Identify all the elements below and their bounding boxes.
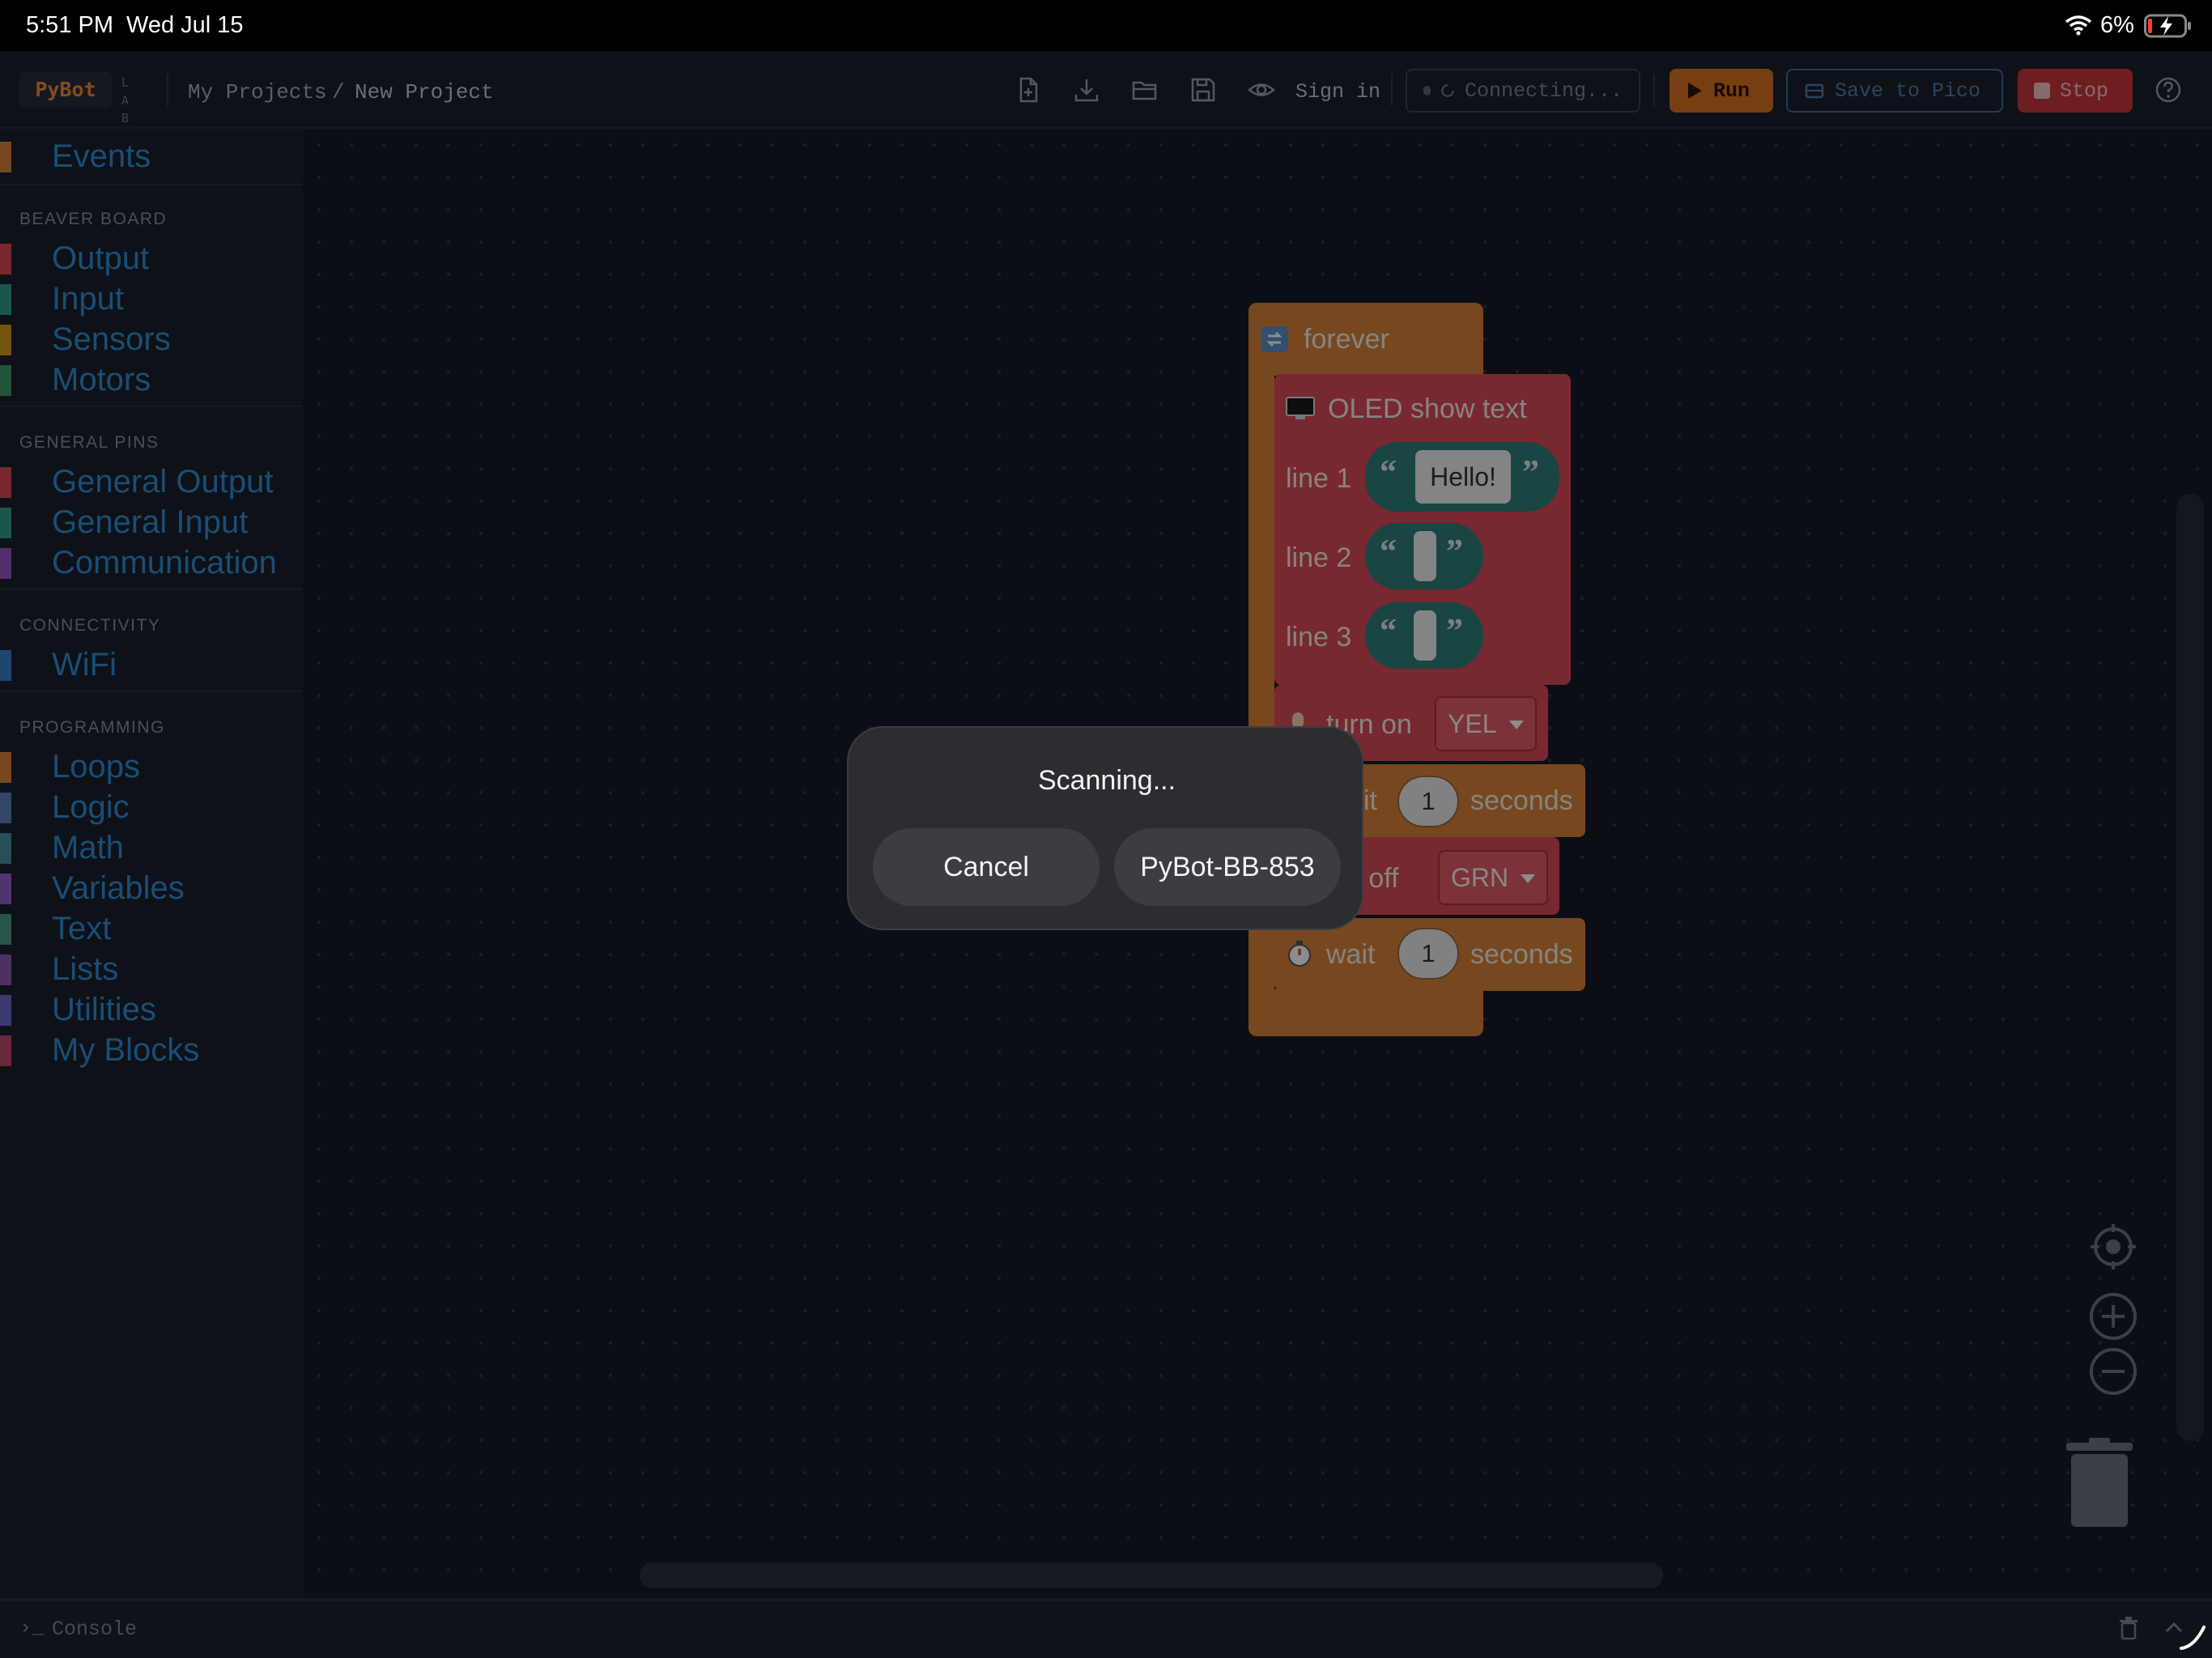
pencil-icon — [2180, 1626, 2206, 1650]
status-time: 5:51 PM — [26, 12, 113, 38]
cancel-button[interactable]: Cancel — [873, 828, 1100, 906]
dialog-title: Scanning... — [1037, 765, 1176, 796]
wifi-icon — [2065, 15, 2092, 36]
battery-percent: 6% — [2100, 12, 2134, 38]
bluetooth-scan-dialog: Scanning... Cancel PyBot-BB-853 — [847, 726, 1363, 930]
device-pybot-bb-853-button[interactable]: PyBot-BB-853 — [1114, 828, 1341, 906]
status-bar: 5:51 PM Wed Jul 15 6% — [0, 0, 2212, 51]
status-date: Wed Jul 15 — [126, 12, 244, 38]
app-root: 5:51 PM Wed Jul 15 6% PyBot L A B S My P… — [0, 0, 2212, 1658]
battery-charging-icon — [2144, 14, 2191, 38]
